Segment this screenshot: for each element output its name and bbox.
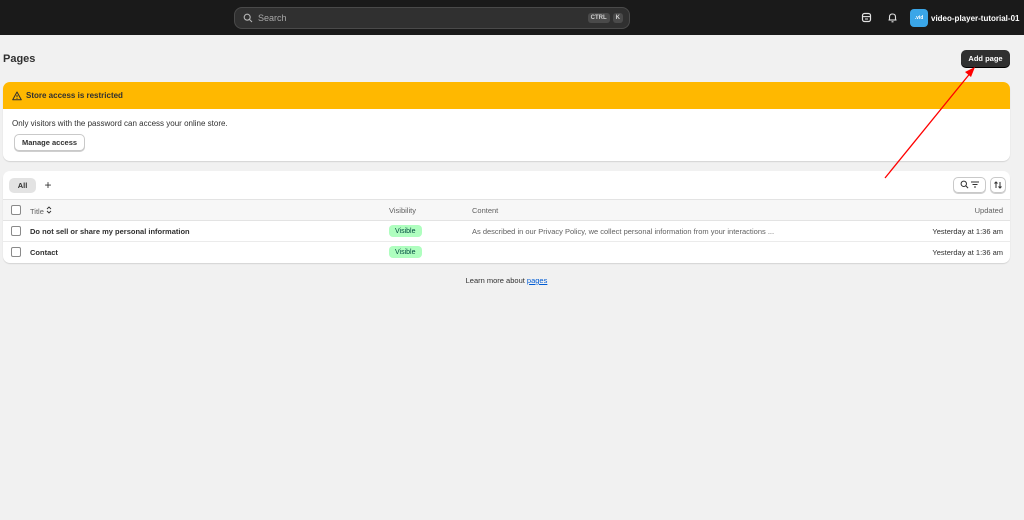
column-header-content: Content — [472, 206, 499, 215]
column-header-updated: Updated — [974, 206, 1003, 215]
row-content: As described in our Privacy Policy, we c… — [472, 227, 775, 236]
learn-more-text: Learn more about pages — [0, 276, 1013, 285]
store-menu[interactable]: .vid video-player-tutorial-01 — [910, 9, 1019, 27]
table-row[interactable]: Contact Visible Yesterday at 1:36 am — [3, 242, 1010, 263]
column-header-title[interactable]: Title — [30, 206, 52, 216]
banner-header: Store access is restricted — [3, 82, 1010, 109]
add-view-button[interactable]: + — [41, 177, 55, 193]
search-filter-button[interactable] — [953, 177, 986, 193]
shortcut-key-k: K — [612, 13, 623, 23]
shop-icon[interactable] — [859, 10, 873, 24]
page-title: Pages — [3, 53, 36, 65]
bell-icon[interactable] — [885, 10, 899, 24]
column-header-visibility: Visibility — [389, 206, 416, 215]
visibility-badge: Visible — [389, 246, 422, 258]
visibility-badge: Visible — [389, 225, 422, 237]
shortcut-key-ctrl: CTRL — [587, 13, 610, 23]
warning-icon — [12, 91, 22, 101]
tab-all[interactable]: All — [9, 178, 36, 193]
search-icon — [960, 180, 969, 191]
sort-indicator-icon — [46, 206, 52, 216]
row-checkbox[interactable] — [11, 226, 21, 236]
row-updated: Yesterday at 1:36 am — [932, 227, 1003, 236]
row-title[interactable]: Contact — [30, 248, 58, 257]
manage-access-button[interactable]: Manage access — [14, 134, 86, 151]
pages-table-card: All + Title Visibility Content Updated D… — [3, 171, 1010, 263]
store-name: video-player-tutorial-01 — [931, 13, 1020, 23]
row-title[interactable]: Do not sell or share my personal informa… — [30, 227, 190, 236]
column-title-label: Title — [30, 207, 44, 216]
select-all-checkbox[interactable] — [11, 205, 21, 215]
search-bar[interactable]: Search CTRL K — [234, 7, 630, 29]
filter-icon — [970, 180, 980, 191]
search-placeholder: Search — [258, 13, 287, 23]
banner-title: Store access is restricted — [26, 91, 123, 100]
top-bar: Search CTRL K .vid video-player-tutorial… — [0, 0, 1024, 35]
row-updated: Yesterday at 1:36 am — [932, 248, 1003, 257]
sort-icon[interactable] — [990, 177, 1006, 193]
learn-more-link[interactable]: pages — [527, 276, 547, 285]
learn-more-prefix: Learn more about — [465, 276, 527, 285]
banner-text: Only visitors with the password can acce… — [12, 119, 228, 128]
add-page-button[interactable]: Add page — [961, 50, 1010, 67]
table-row[interactable]: Do not sell or share my personal informa… — [3, 221, 1010, 242]
store-access-banner: Store access is restricted Only visitors… — [3, 82, 1010, 161]
table-header: Title Visibility Content Updated — [3, 199, 1010, 221]
search-icon — [241, 11, 255, 25]
row-checkbox[interactable] — [11, 247, 21, 257]
store-avatar: .vid — [910, 9, 928, 27]
